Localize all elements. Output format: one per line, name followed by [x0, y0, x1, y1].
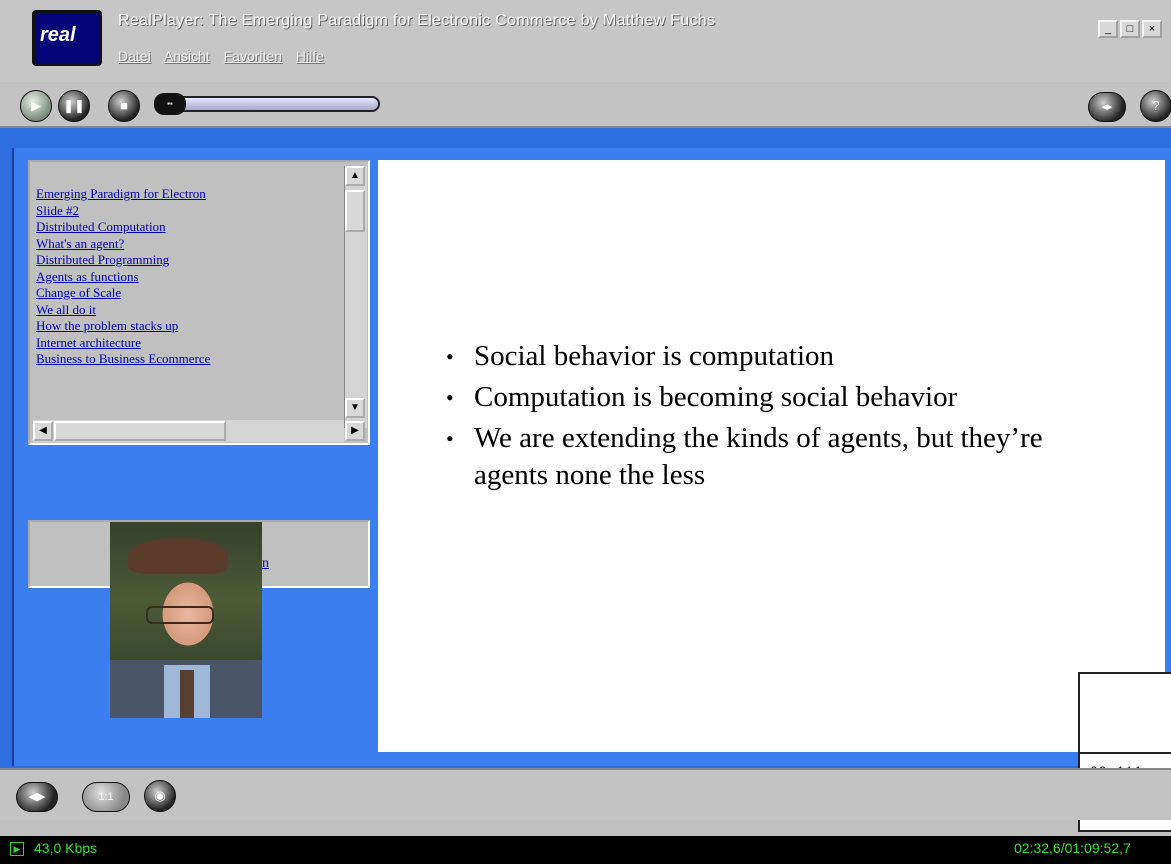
zoom-out-button[interactable]: ◀▶	[16, 782, 58, 812]
zoom-in-icon: 1:1	[98, 791, 114, 803]
pause-icon: ❚❚	[63, 98, 85, 113]
slide-bullet: We are extending the kinds of agents, bu…	[440, 420, 1074, 494]
scroll-up-button[interactable]: ▲	[345, 166, 365, 186]
stop-button[interactable]: ■	[108, 90, 140, 122]
maximize-button[interactable]: □	[1120, 20, 1140, 38]
photo-tie	[180, 670, 194, 718]
menu-hilfe[interactable]: Hilfe	[296, 48, 324, 64]
scroll-down-button[interactable]: ▼	[345, 398, 365, 418]
play-button[interactable]: ▶	[20, 90, 52, 122]
toc-item[interactable]: How the problem stacks up	[36, 318, 336, 335]
record-button[interactable]: ◉	[144, 780, 176, 812]
toc-list: Emerging Paradigm for Electron Slide #2 …	[36, 186, 336, 368]
toc-item[interactable]: We all do it	[36, 302, 336, 319]
arrow-left-icon: ◀	[39, 425, 47, 436]
toc-item[interactable]: Slide #2	[36, 203, 336, 220]
zoom-in-button[interactable]: 1:1	[82, 782, 130, 812]
toc-item[interactable]: Distributed Computation	[36, 219, 336, 236]
toc-item[interactable]: Change of Scale	[36, 285, 336, 302]
toc-item[interactable]: Distributed Programming	[36, 252, 336, 269]
seek-grip-icon: ▪▪	[167, 99, 173, 108]
toc-item[interactable]: Internet architecture	[36, 335, 336, 352]
close-button[interactable]: ×	[1142, 20, 1162, 38]
toc-item[interactable]: Business to Business Ecommerce	[36, 351, 336, 368]
menu-ansicht[interactable]: Ansicht	[164, 48, 210, 64]
info-button[interactable]: ?	[1140, 90, 1171, 122]
scroll-right-button[interactable]: ▶	[345, 421, 365, 441]
status-bar	[0, 836, 1171, 864]
photo-glasses	[146, 606, 214, 624]
arrow-right-icon: ▶	[351, 425, 359, 436]
volume-button[interactable]: ◂▸	[1088, 92, 1126, 122]
bitrate-readout: 43,0 Kbps	[34, 840, 98, 856]
time-readout: 02:32,6/01:09:52,7	[1014, 840, 1131, 856]
arrow-down-icon: ▼	[350, 402, 360, 413]
menu-datei[interactable]: Datei	[118, 48, 151, 64]
horizontal-scroll-thumb[interactable]	[54, 421, 226, 441]
window-title: RealPlayer: The Emerging Paradigm for El…	[118, 12, 716, 29]
play-icon: ▶	[31, 98, 41, 113]
speaker-link[interactable]: n	[262, 556, 269, 572]
status-play-icon: ▶	[10, 842, 24, 856]
toc-item[interactable]: What's an agent?	[36, 236, 336, 253]
photo-hair	[128, 538, 228, 574]
toc-item[interactable]: Emerging Paradigm for Electron	[36, 186, 336, 203]
video-divider	[1080, 752, 1171, 754]
pause-button[interactable]: ❚❚	[58, 90, 90, 122]
toc-item[interactable]: Agents as functions	[36, 269, 336, 286]
record-icon: ◉	[154, 788, 166, 803]
minimize-button[interactable]: _	[1098, 20, 1118, 38]
scroll-left-button[interactable]: ◀	[33, 421, 53, 441]
vertical-scroll-thumb[interactable]	[345, 190, 365, 232]
volume-icon: ◂▸	[1101, 101, 1113, 113]
slide-bullet: Computation is becoming social behavior	[440, 379, 1160, 416]
info-icon: ?	[1152, 98, 1160, 113]
logo-text: real	[40, 24, 76, 46]
stop-icon: ■	[120, 98, 128, 113]
arrow-up-icon: ▲	[350, 170, 360, 181]
menu-bar: Datei Ansicht Favoriten Hilfe	[118, 48, 334, 64]
slide-bullets: Social behavior is computation Computati…	[440, 338, 1160, 498]
zoom-out-icon: ◀▶	[28, 791, 46, 803]
seek-thumb[interactable]: ▪▪	[154, 93, 186, 115]
menu-favoriten[interactable]: Favoriten	[224, 48, 282, 64]
seek-bar[interactable]	[155, 96, 380, 112]
slide-bullet: Social behavior is computation	[440, 338, 1160, 375]
